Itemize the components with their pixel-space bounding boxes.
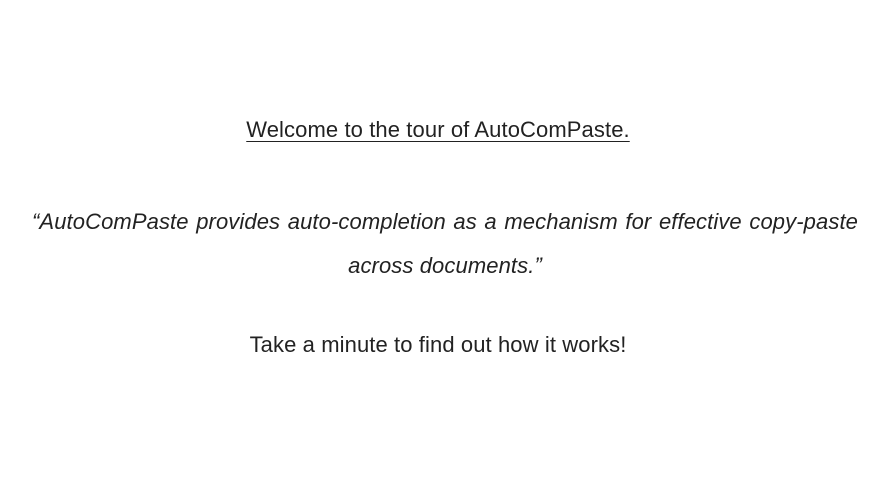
tour-intro-slide: Welcome to the tour of AutoComPaste. “Au… xyxy=(0,0,876,485)
tour-welcome-title: Welcome to the tour of AutoComPaste. xyxy=(246,117,630,142)
call-to-action-text: Take a minute to find out how it works! xyxy=(249,332,627,357)
tagline-quote: “AutoComPaste provides auto-completion a… xyxy=(32,209,858,278)
